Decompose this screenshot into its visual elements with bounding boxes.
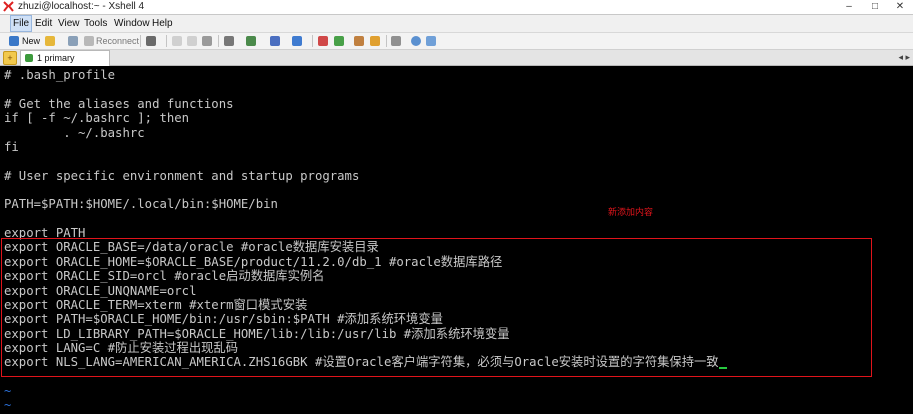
new-button[interactable]: New [22,35,40,47]
transfer-icon[interactable] [246,36,256,46]
menu-bar: File Edit View Tools Window Help [0,15,913,33]
lock-icon[interactable] [370,36,380,46]
minimize-button[interactable]: – [836,0,862,14]
empty-line-marker: ~ [4,398,12,412]
menu-view[interactable]: View [56,15,82,32]
properties-icon[interactable] [146,36,156,46]
terminal-line: PATH=$PATH:$HOME/.local/bin:$HOME/bin [4,197,278,211]
tab-bar: + 1 primary machine ◂ ▸ [0,50,913,78]
session-lock-icon [25,54,33,62]
toolbar-separator [218,35,219,47]
terminal-line: # User specific environment and startup … [4,169,360,183]
menu-tools[interactable]: Tools [82,15,109,32]
open-folder-icon[interactable] [45,36,55,46]
new-session-icon[interactable] [9,36,19,46]
terminal-line: . ~/.bashrc [4,126,145,140]
connect-icon[interactable] [68,36,78,46]
menu-help[interactable]: Help [150,15,175,32]
menu-window[interactable]: Window [112,15,152,32]
paste-icon[interactable] [187,36,197,46]
chat-icon[interactable] [426,36,436,46]
globe-icon[interactable] [270,36,280,46]
menu-file[interactable]: File [10,15,33,32]
compose-icon[interactable] [354,36,364,46]
tab-scroll-arrows[interactable]: ◂ ▸ [898,52,910,63]
tunnel-icon[interactable] [292,36,302,46]
toolbar-separator [312,35,313,47]
add-tab-button[interactable]: + [3,51,17,65]
highlight-box [1,238,872,377]
toolbar: New Reconnect [0,33,913,50]
title-bar: zhuzi@localhost:~ - Xshell 4 – □ ✕ [0,0,913,15]
toolbar-separator [140,35,141,47]
window-title: zhuzi@localhost:~ - Xshell 4 [18,1,145,12]
terminal-line: # Get the aliases and functions [4,97,234,111]
terminal-line: if [ -f ~/.bashrc ]; then [4,111,190,125]
print-icon[interactable] [224,36,234,46]
help-icon[interactable] [411,36,421,46]
empty-line-marker: ~ [4,384,12,398]
menu-edit[interactable]: Edit [33,15,54,32]
tab-primary-machine[interactable]: 1 primary machine [20,50,110,78]
script-icon[interactable] [334,36,344,46]
xftp-icon[interactable] [318,36,328,46]
reconnect-icon[interactable] [84,36,94,46]
close-button[interactable]: ✕ [887,0,913,14]
terminal-area[interactable]: # .bash_profile # Get the aliases and fu… [0,66,913,414]
toolbar-separator [386,35,387,47]
annotation-label: 新添加内容 [608,207,654,217]
copy-icon[interactable] [172,36,182,46]
terminal-line: # .bash_profile [4,68,116,82]
keyboard-icon[interactable] [391,36,401,46]
xshell-app-icon [3,1,14,12]
find-icon[interactable] [202,36,212,46]
toolbar-separator [166,35,167,47]
terminal-line: fi [4,140,19,154]
reconnect-button[interactable]: Reconnect [96,35,139,47]
maximize-button[interactable]: □ [862,0,888,14]
